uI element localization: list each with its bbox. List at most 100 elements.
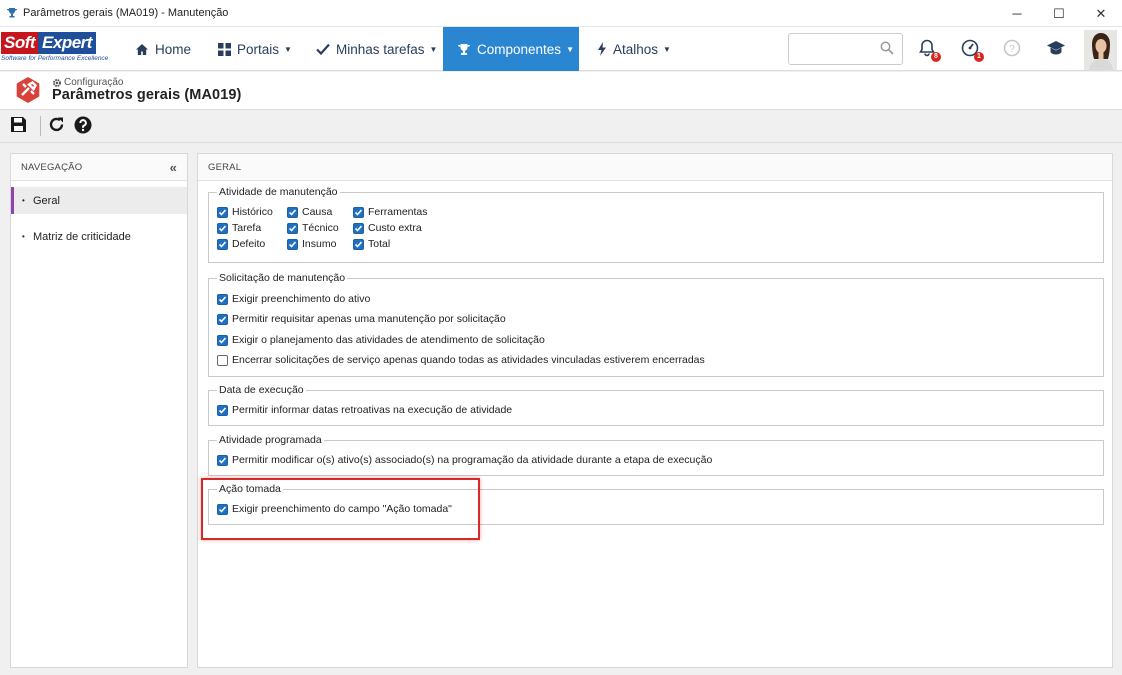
fieldset-solicitacao-de-manutencao: Solicitação de manutenção Exigir preench… bbox=[208, 272, 1104, 377]
nav-link-label: Geral bbox=[33, 194, 60, 207]
page-header: Configuração Parâmetros gerais (MA019) bbox=[0, 72, 1122, 110]
checkbox-checked-icon[interactable] bbox=[217, 334, 228, 346]
checkbox-checked-icon[interactable] bbox=[353, 222, 364, 234]
grid-icon bbox=[218, 42, 231, 56]
fieldset-legend: Data de execução bbox=[217, 384, 306, 396]
gear-icon bbox=[52, 78, 62, 88]
double-chevron-left-icon[interactable]: « bbox=[170, 160, 177, 175]
content-panel: GERAL Atividade de manutenção Histórico … bbox=[197, 153, 1113, 668]
checkbox-total[interactable]: Total bbox=[353, 238, 390, 250]
checkbox-historico[interactable]: Histórico bbox=[217, 206, 273, 218]
help-button[interactable]: ? bbox=[1000, 37, 1024, 61]
close-button[interactable]: ✕ bbox=[1080, 0, 1122, 27]
checkbox-tarefa[interactable]: Tarefa bbox=[217, 222, 261, 234]
bullet-icon: • bbox=[22, 196, 25, 205]
checkbox-checked-icon[interactable] bbox=[287, 238, 298, 250]
checkbox-checked-icon[interactable] bbox=[353, 238, 364, 250]
checkbox-checked-icon[interactable] bbox=[217, 454, 228, 466]
checkbox-checked-icon[interactable] bbox=[217, 222, 228, 234]
checkbox-exigir-preenchimento-ativo[interactable]: Exigir preenchimento do ativo bbox=[217, 293, 370, 305]
checkbox-causa[interactable]: Causa bbox=[287, 206, 332, 218]
nav-portais[interactable]: Portais ▼ bbox=[208, 27, 298, 71]
checkbox-encerrar-solicitacoes[interactable]: Encerrar solicitações de serviço apenas … bbox=[217, 354, 705, 366]
fieldset-legend: Atividade programada bbox=[217, 434, 324, 446]
checkbox-defeito[interactable]: Defeito bbox=[217, 238, 265, 250]
nav-link-label: Matriz de criticidade bbox=[33, 230, 131, 243]
nav-home[interactable]: Home bbox=[126, 27, 202, 71]
checkbox-checked-icon[interactable] bbox=[217, 206, 228, 218]
toolbar-separator bbox=[40, 116, 41, 136]
content-header-label: GERAL bbox=[208, 161, 242, 173]
nav-link-geral[interactable]: • Geral bbox=[11, 187, 187, 214]
help-toolbar-button[interactable] bbox=[72, 115, 94, 137]
checkbox-unchecked-icon[interactable] bbox=[217, 354, 228, 366]
logo-text-expert: Expert bbox=[38, 32, 96, 54]
softexpert-logo[interactable]: Soft Expert Software for Performance Exc… bbox=[1, 32, 114, 66]
content-header: GERAL bbox=[198, 154, 1112, 181]
pending-tasks-button[interactable]: 1 bbox=[958, 37, 984, 62]
checkbox-checked-icon[interactable] bbox=[353, 206, 364, 218]
nav-portais-label: Portais bbox=[237, 41, 280, 57]
notifications-button[interactable]: 8 bbox=[915, 37, 941, 62]
fieldset-atividade-programada: Atividade programada Permitir modificar … bbox=[208, 434, 1104, 476]
search-box bbox=[788, 33, 903, 65]
checkbox-insumo[interactable]: Insumo bbox=[287, 238, 336, 250]
nav-componentes-label: Componentes bbox=[477, 41, 562, 57]
checkbox-label: Encerrar solicitações de serviço apenas … bbox=[232, 354, 705, 366]
checkbox-label: Total bbox=[368, 238, 391, 250]
checkbox-label: Defeito bbox=[232, 238, 266, 250]
checkbox-datas-retroativas[interactable]: Permitir informar datas retroativas na e… bbox=[217, 404, 512, 416]
checkbox-checked-icon[interactable] bbox=[287, 222, 298, 234]
checkbox-label: Tarefa bbox=[232, 222, 262, 234]
checkbox-label: Técnico bbox=[302, 222, 339, 234]
refresh-icon bbox=[48, 116, 65, 136]
chevron-down-icon: ▼ bbox=[566, 44, 574, 54]
action-toolbar bbox=[0, 110, 1122, 143]
refresh-button[interactable] bbox=[45, 115, 67, 137]
checkbox-checked-icon[interactable] bbox=[287, 206, 298, 218]
user-avatar[interactable] bbox=[1084, 30, 1117, 70]
trophy-icon bbox=[6, 7, 18, 19]
checkbox-label: Causa bbox=[302, 206, 333, 218]
checkbox-checked-icon[interactable] bbox=[217, 313, 228, 325]
checkbox-label: Insumo bbox=[302, 238, 337, 250]
nav-atalhos[interactable]: Atalhos ▼ bbox=[588, 27, 678, 71]
save-button[interactable] bbox=[7, 115, 29, 137]
search-icon[interactable] bbox=[880, 41, 894, 58]
fieldset-atividade-de-manutencao: Atividade de manutenção Histórico Tarefa… bbox=[208, 186, 1104, 263]
checkbox-tecnico[interactable]: Técnico bbox=[287, 222, 339, 234]
checkbox-custo-extra[interactable]: Custo extra bbox=[353, 222, 422, 234]
checkbox-checked-icon[interactable] bbox=[217, 293, 228, 305]
chevron-down-icon: ▼ bbox=[284, 44, 292, 54]
bullet-icon: • bbox=[22, 232, 25, 241]
nav-atalhos-label: Atalhos bbox=[613, 41, 659, 57]
checkbox-permitir-uma-manutencao[interactable]: Permitir requisitar apenas uma manutençã… bbox=[217, 313, 506, 325]
checkbox-exigir-planejamento[interactable]: Exigir o planejamento das atividades de … bbox=[217, 334, 545, 346]
question-circle-icon: ? bbox=[1003, 39, 1021, 60]
navigation-header: NAVEGAÇÃO « bbox=[11, 154, 187, 181]
education-button[interactable] bbox=[1044, 37, 1068, 61]
checkbox-label: Permitir requisitar apenas uma manutençã… bbox=[232, 313, 506, 325]
checkbox-checked-icon[interactable] bbox=[217, 238, 228, 250]
checkbox-label: Ferramentas bbox=[368, 206, 428, 218]
home-icon bbox=[135, 43, 149, 56]
svg-text:?: ? bbox=[1009, 44, 1015, 55]
chevron-down-icon: ▼ bbox=[429, 44, 438, 54]
checkbox-checked-icon[interactable] bbox=[217, 404, 228, 416]
checkbox-label: Histórico bbox=[232, 206, 273, 218]
window-title-bar: Parâmetros gerais (MA019) - Manutenção ─… bbox=[0, 0, 1122, 27]
nav-link-matriz-de-criticidade[interactable]: • Matriz de criticidade bbox=[11, 223, 187, 250]
nav-componentes[interactable]: Componentes ▼ bbox=[443, 27, 579, 71]
minimize-button[interactable]: ─ bbox=[996, 0, 1038, 27]
help-icon bbox=[74, 116, 92, 137]
checkbox-label: Custo extra bbox=[368, 222, 422, 234]
search-input[interactable] bbox=[789, 34, 879, 64]
nav-minhas-tarefas[interactable]: Minhas tarefas ▼ bbox=[306, 27, 438, 71]
window-title: Parâmetros gerais (MA019) - Manutenção bbox=[23, 7, 229, 19]
maximize-button[interactable]: ☐ bbox=[1038, 0, 1080, 27]
checkbox-ferramentas[interactable]: Ferramentas bbox=[353, 206, 428, 218]
checkbox-modificar-ativos[interactable]: Permitir modificar o(s) ativo(s) associa… bbox=[217, 454, 712, 466]
checkbox-label: Exigir preenchimento do ativo bbox=[232, 293, 371, 305]
fieldset-data-de-execucao: Data de execução Permitir informar datas… bbox=[208, 384, 1104, 426]
save-icon bbox=[10, 116, 27, 136]
